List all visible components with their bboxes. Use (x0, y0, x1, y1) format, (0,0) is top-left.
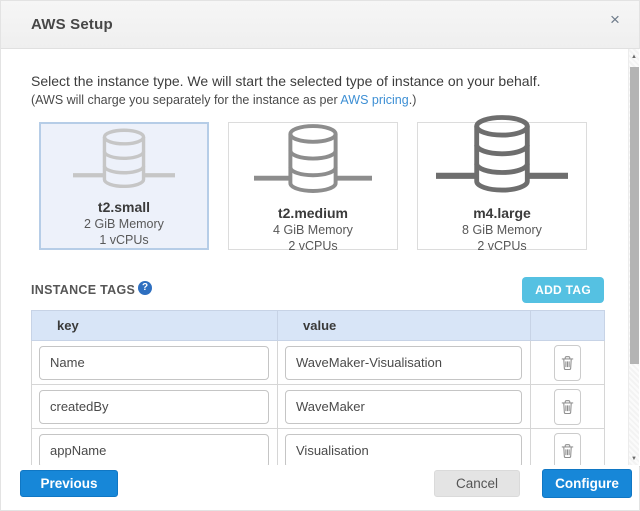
instance-card-t2-small[interactable]: t2.small 2 GiB Memory 1 vCPUs (39, 122, 209, 250)
scrollbar[interactable]: ▲ ▼ (628, 49, 639, 467)
intro-text: Select the instance type. We will start … (31, 71, 604, 109)
database-icon (73, 124, 175, 194)
instance-tags-header: INSTANCE TAGS ? ADD TAG (31, 277, 604, 303)
tag-value-input[interactable] (285, 390, 522, 424)
column-header-actions (531, 311, 605, 341)
instance-vcpus: 2 vCPUs (477, 238, 526, 254)
scrollbar-thumb[interactable] (630, 67, 639, 364)
instance-card-t2-medium[interactable]: t2.medium 4 GiB Memory 2 vCPUs (228, 122, 398, 250)
cancel-button[interactable]: Cancel (434, 470, 520, 497)
aws-setup-dialog: AWS Setup × Select the instance type. We… (0, 0, 640, 511)
intro-line2-suffix: .) (409, 93, 417, 107)
add-tag-button[interactable]: ADD TAG (522, 277, 604, 303)
tag-key-input[interactable] (39, 390, 269, 424)
column-header-value: value (278, 311, 531, 341)
trash-icon (561, 399, 574, 415)
delete-tag-button[interactable] (554, 433, 581, 468)
instance-memory: 4 GiB Memory (273, 222, 353, 238)
instance-memory: 8 GiB Memory (462, 222, 542, 238)
instance-tags-table: key value (31, 310, 605, 467)
table-header-row: key value (32, 311, 605, 341)
delete-tag-button[interactable] (554, 389, 581, 425)
table-row (32, 429, 605, 468)
tag-value-input[interactable] (285, 434, 522, 468)
intro-line2-prefix: (AWS will charge you separately for the … (31, 93, 340, 107)
instance-name: t2.medium (278, 205, 348, 222)
instance-type-list: t2.small 2 GiB Memory 1 vCPUs t2.medium … (39, 122, 604, 250)
instance-name: m4.large (473, 205, 531, 222)
table-row (32, 385, 605, 429)
aws-pricing-link[interactable]: AWS pricing (340, 93, 408, 107)
column-header-key: key (32, 311, 278, 341)
database-icon (254, 123, 372, 200)
tag-key-input[interactable] (39, 346, 269, 380)
configure-button[interactable]: Configure (542, 469, 632, 498)
dialog-content: Select the instance type. We will start … (1, 49, 640, 467)
tag-value-input[interactable] (285, 346, 522, 380)
tag-key-input[interactable] (39, 434, 269, 468)
instance-tags-label: INSTANCE TAGS (31, 283, 135, 297)
instance-vcpus: 1 vCPUs (99, 232, 148, 248)
instance-card-m4-large[interactable]: m4.large 8 GiB Memory 2 vCPUs (417, 122, 587, 250)
dialog-footer: Previous Cancel Configure (1, 465, 639, 510)
close-icon[interactable]: × (603, 8, 627, 32)
delete-tag-button[interactable] (554, 345, 581, 381)
table-row (32, 341, 605, 385)
scroll-down-icon[interactable]: ▼ (629, 453, 639, 465)
dialog-title: AWS Setup (31, 16, 113, 33)
dialog-header: AWS Setup × (1, 1, 639, 49)
instance-memory: 2 GiB Memory (84, 216, 164, 232)
database-icon (436, 123, 568, 200)
trash-icon (561, 355, 574, 371)
instance-vcpus: 2 vCPUs (288, 238, 337, 254)
intro-line1: Select the instance type. We will start … (31, 71, 604, 91)
intro-line2: (AWS will charge you separately for the … (31, 91, 604, 109)
trash-icon (561, 443, 574, 459)
scroll-up-icon[interactable]: ▲ (629, 51, 639, 63)
help-icon[interactable]: ? (138, 281, 152, 295)
instance-name: t2.small (98, 199, 150, 216)
previous-button[interactable]: Previous (20, 470, 118, 497)
